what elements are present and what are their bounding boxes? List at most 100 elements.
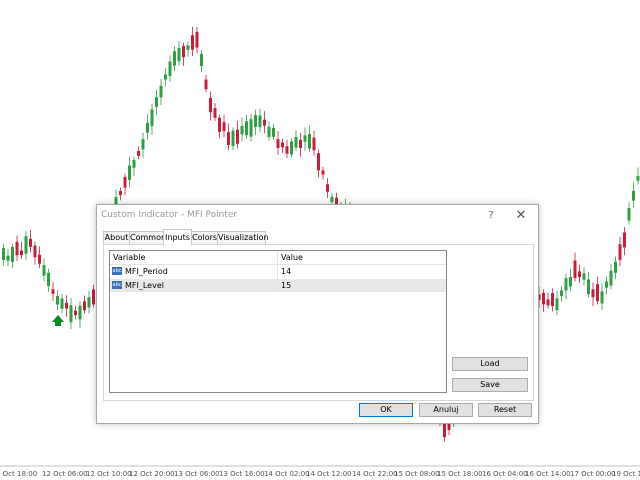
header-value[interactable]: Value [281, 253, 303, 262]
cancel-button[interactable]: Anuluj [419, 403, 473, 417]
candle-body [551, 293, 554, 306]
candle-body [326, 184, 329, 192]
candle-body [308, 134, 311, 149]
candle-body [632, 190, 635, 201]
time-axis-tick-label: 14 Oct 02:00 [264, 470, 310, 478]
candle-body [623, 232, 626, 248]
candle-body [155, 97, 158, 107]
candle-body [123, 176, 127, 188]
candle-body [173, 51, 176, 66]
help-button[interactable]: ? [483, 208, 499, 224]
candle-body [240, 126, 244, 135]
candle-body [443, 422, 446, 438]
ok-button[interactable]: OK [359, 403, 413, 417]
candle-body [209, 97, 212, 113]
candle-body [560, 290, 563, 297]
time-axis-tick-label: 15 Oct 08:00 [394, 470, 440, 478]
time-axis-labels: 9 Oct 18:00 12 Oct 06:0012 Oct 10:0012 Oc… [0, 470, 640, 478]
candle-body [569, 276, 572, 287]
candle-body [195, 31, 199, 48]
reset-button[interactable]: Reset [478, 403, 532, 417]
candle-body [245, 121, 248, 136]
candle-body [546, 299, 550, 306]
time-axis-tick-label: 15 Oct 18:00 [437, 470, 483, 478]
row-value[interactable]: 15 [281, 281, 291, 290]
candle-body [42, 265, 46, 276]
candle-body [600, 291, 604, 304]
candle-body [24, 236, 28, 254]
candle-body [200, 54, 203, 66]
tab-inputs[interactable]: Inputs [163, 229, 192, 246]
save-button[interactable]: Save [452, 378, 528, 392]
candle-body [317, 153, 320, 171]
candle-body [294, 137, 298, 148]
time-axis-tick-label: 12 Oct 10:00 [86, 470, 132, 478]
candle-body [272, 127, 275, 137]
candle-body [92, 289, 95, 305]
candle-body [15, 241, 19, 256]
tab-common[interactable]: Common [129, 231, 166, 245]
candle-body [582, 273, 586, 280]
table-row[interactable]: abc MFI_Level 15 [110, 279, 446, 292]
candle-body [578, 271, 581, 278]
row-value[interactable]: 14 [281, 267, 291, 276]
candle-body [321, 170, 325, 175]
candle-body [38, 254, 41, 264]
tab-about[interactable]: About [103, 231, 130, 245]
close-button[interactable]: ✕ [513, 208, 529, 224]
candle-body [627, 207, 631, 221]
candle-body [254, 115, 257, 127]
candle-body [74, 310, 77, 316]
candle-body [609, 270, 613, 286]
row-variable: MFI_Period [125, 267, 168, 276]
candle-body [213, 108, 217, 118]
resize-grip-icon[interactable]: ⋰ [528, 413, 536, 421]
candle-body [150, 109, 154, 127]
candle-body [222, 122, 226, 132]
time-axis-tick-label: 16 Oct 14:00 [525, 470, 571, 478]
row-variable: MFI_Level [125, 281, 164, 290]
candle-body [146, 122, 149, 133]
tab-visualization[interactable]: Visualization [217, 231, 269, 245]
candle-body [596, 284, 599, 302]
load-button[interactable]: Load [452, 357, 528, 371]
inputs-panel: Variable Value abc MFI_Period 14 abc MFI… [103, 244, 534, 401]
candle-body [6, 255, 10, 261]
time-axis-tick-label: 14 Oct 12:00 [306, 470, 352, 478]
time-axis-tick-label: 16 Oct 04:00 [482, 470, 528, 478]
table-row[interactable]: abc MFI_Period 14 [110, 265, 446, 278]
candle-body [614, 261, 617, 273]
candle-body [141, 139, 145, 150]
inputs-table[interactable]: Variable Value abc MFI_Period 14 abc MFI… [109, 250, 447, 393]
header-variable[interactable]: Variable [113, 253, 145, 262]
candle-body [263, 119, 266, 126]
dialog-title: Custom Indicator - MFI Pointer [101, 210, 238, 220]
candle-body [591, 289, 595, 298]
candle-body [20, 250, 23, 256]
parameter-icon: abc [112, 281, 122, 289]
candle-body [312, 137, 316, 151]
candle-body [258, 115, 262, 127]
candle-body [204, 79, 208, 90]
candle-body [218, 117, 221, 132]
dialog-titlebar[interactable]: Custom Indicator - MFI Pointer ? ✕ [97, 205, 538, 227]
candle-body [587, 279, 590, 295]
candle-body [132, 159, 136, 168]
candle-body [285, 146, 289, 154]
time-axis-tick-label: 13 Oct 06:00 [174, 470, 220, 478]
candle-body [231, 130, 235, 146]
candle-body [290, 141, 293, 155]
time-axis-tick-label: 13 Oct 16:00 [219, 470, 265, 478]
candle-body [330, 196, 334, 202]
candle-body [177, 48, 181, 62]
time-axis-tick-label: 14 Oct 22:00 [352, 470, 398, 478]
candle-body [236, 129, 239, 144]
candle-body [29, 238, 32, 247]
time-axis-tick-label: 12 Oct 06:00 [42, 470, 88, 478]
candle-body [137, 151, 140, 156]
candle-body [83, 301, 86, 311]
candle-body [303, 135, 307, 142]
candle-body [168, 61, 172, 77]
tab-colors[interactable]: Colors [191, 231, 218, 245]
candle-body [573, 260, 577, 279]
